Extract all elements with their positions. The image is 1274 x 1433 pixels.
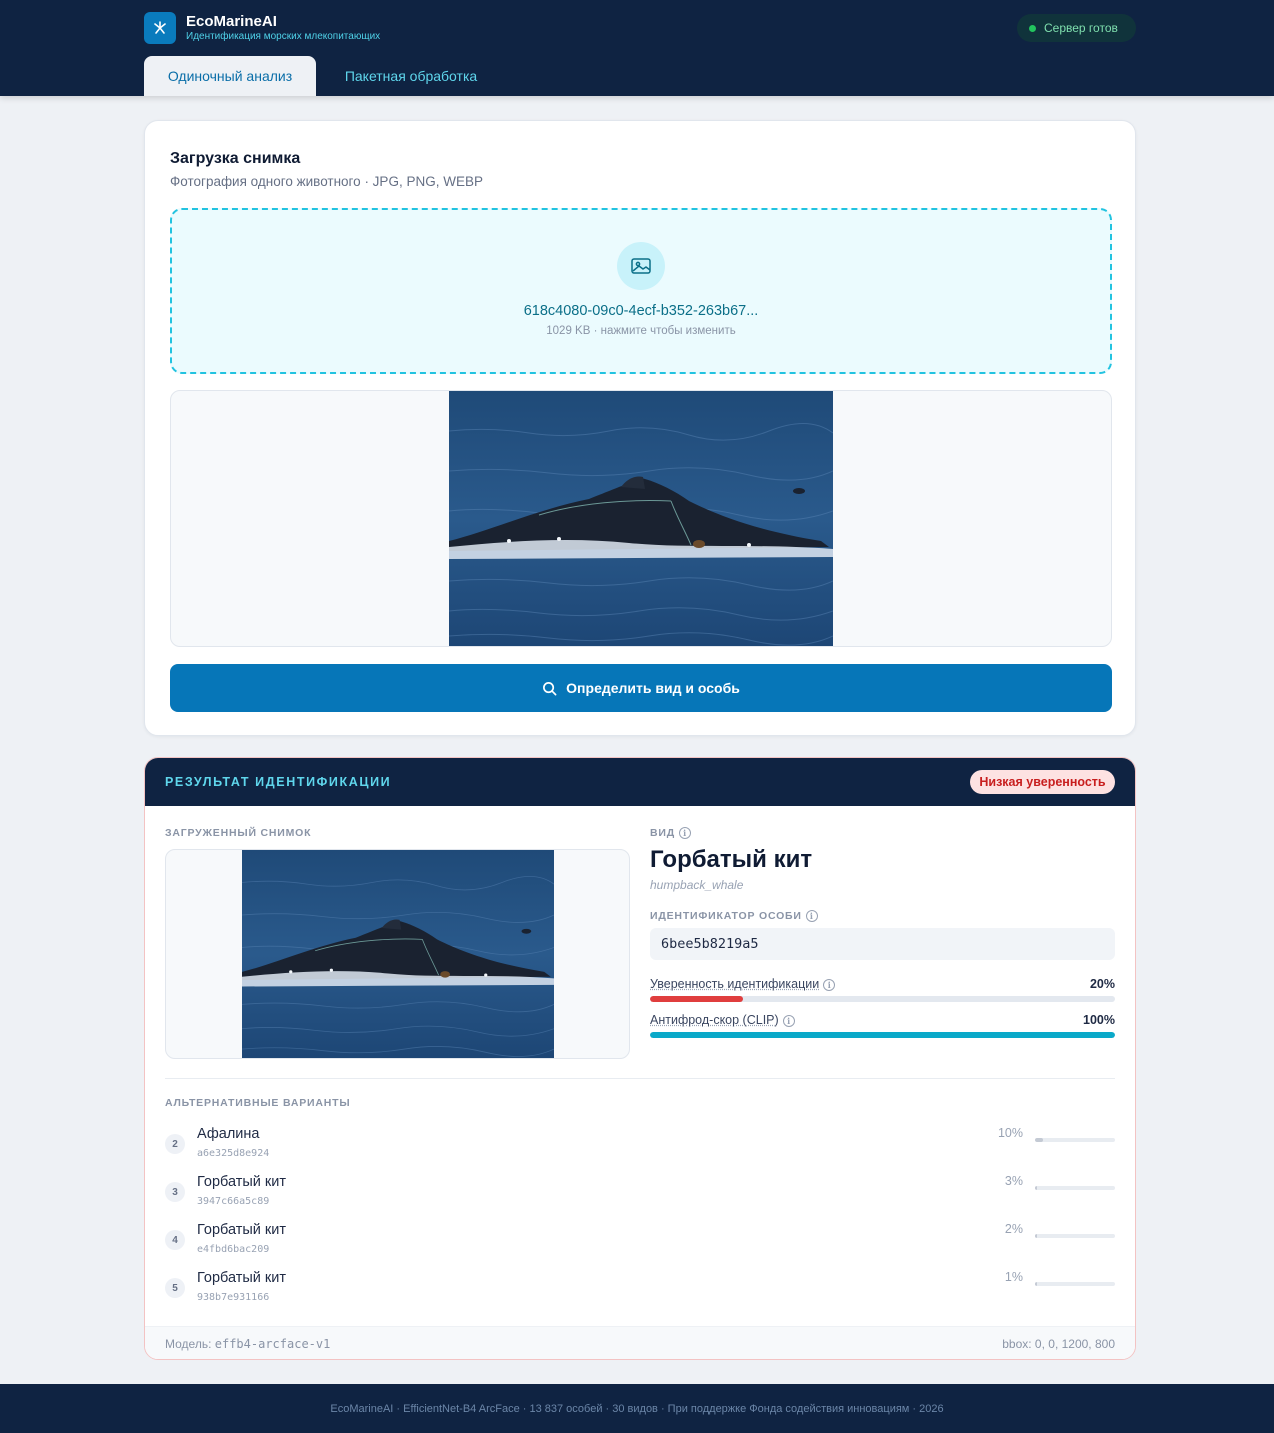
footer-text: EcoMarineAI · EfficientNet-B4 ArcFace · …	[330, 1402, 944, 1415]
alternative-bar-fill	[1035, 1282, 1038, 1286]
result-footer: Модель: effb4-arcface-v1 bbox: 0, 0, 120…	[145, 1326, 1135, 1359]
confidence-metric-label-text: Уверенность идентификации	[650, 977, 820, 991]
alternative-bar-fill	[1035, 1138, 1043, 1142]
confidence-bar-fill	[650, 996, 743, 1002]
search-icon	[543, 681, 557, 695]
alternative-percent: 2%	[1004, 1222, 1023, 1236]
selected-file-meta: 1029 KB · нажмите чтобы изменить	[546, 325, 736, 337]
selected-file-name: 618c4080-09c0-4ecf-b352-263b67...	[523, 303, 759, 319]
alternative-bar	[1035, 1234, 1115, 1238]
analyze-button[interactable]: Определить вид и особь	[170, 664, 1112, 712]
alternative-item[interactable]: 4 Горбатый кит e4fbd6bac209 2%	[165, 1222, 1115, 1262]
confidence-badge: Низкая уверенность	[970, 770, 1115, 794]
info-icon[interactable]: i	[782, 1014, 795, 1027]
bbox-info: bbox: 0, 0, 1200, 800	[1002, 1337, 1115, 1351]
alternative-species: Афалина	[197, 1126, 260, 1142]
info-icon[interactable]: i	[823, 978, 836, 991]
alternative-id: 938b7e931166	[197, 1292, 270, 1303]
species-latin: humpback_whale	[650, 878, 744, 892]
individual-id-value[interactable]: 6bee5b8219a5	[650, 928, 1115, 960]
confidence-metric-value: 20%	[1089, 977, 1115, 991]
section-divider	[165, 1078, 1115, 1079]
alternative-id: a6e325d8e924	[197, 1148, 270, 1159]
confidence-metric-label: Уверенность идентификации i	[650, 977, 836, 991]
model-name: effb4-arcface-v1	[214, 1337, 331, 1351]
alternative-bar	[1035, 1186, 1115, 1190]
antifraud-metric-label-text: Антифрод-скор (CLIP)	[650, 1013, 779, 1027]
species-name: Горбатый кит	[650, 846, 813, 873]
model-info: Модель: effb4-arcface-v1	[165, 1337, 330, 1351]
result-card: РЕЗУЛЬТАТ ИДЕНТИФИКАЦИИ Низкая увереннос…	[144, 757, 1136, 1360]
uploaded-image-thumbnail	[165, 849, 630, 1059]
alternative-rank: 3	[165, 1182, 185, 1202]
alternative-item[interactable]: 3 Горбатый кит 3947c66a5c89 3%	[165, 1174, 1115, 1214]
app-header: EcoMarineAI Идентификация морских млекоп…	[0, 0, 1274, 96]
file-dropzone[interactable]: 618c4080-09c0-4ecf-b352-263b67... 1029 K…	[170, 208, 1112, 374]
info-icon[interactable]: i	[805, 910, 818, 923]
alternative-percent: 1%	[1004, 1270, 1023, 1284]
alternative-bar-fill	[1035, 1186, 1038, 1190]
alternative-id: e4fbd6bac209	[197, 1244, 270, 1255]
upload-subtitle: Фотография одного животного · JPG, PNG, …	[170, 174, 483, 189]
confidence-bar	[650, 996, 1115, 1002]
species-label: ВИД i	[650, 827, 692, 840]
result-title: РЕЗУЛЬТАТ ИДЕНТИФИКАЦИИ	[165, 775, 392, 789]
antifraud-metric-value: 100%	[1083, 1013, 1115, 1027]
whale-tail-icon	[154, 21, 166, 34]
image-preview	[170, 390, 1112, 647]
page-footer: EcoMarineAI · EfficientNet-B4 ArcFace · …	[0, 1384, 1274, 1433]
info-icon[interactable]: i	[679, 827, 692, 840]
alternative-rank: 4	[165, 1230, 185, 1250]
alternative-item[interactable]: 2 Афалина a6e325d8e924 10%	[165, 1126, 1115, 1166]
alternative-bar-fill	[1035, 1234, 1038, 1238]
tab-single-analysis[interactable]: Одиночный анализ	[144, 56, 316, 96]
uploaded-image-label: ЗАГРУЖЕННЫЙ СНИМОК	[165, 827, 312, 839]
species-label-text: ВИД	[650, 827, 676, 839]
alternative-id: 3947c66a5c89	[197, 1196, 270, 1207]
server-status-badge: Сервер готов	[1017, 14, 1136, 42]
upload-title: Загрузка снимка	[170, 150, 301, 167]
image-icon	[617, 242, 665, 290]
individual-id-label: ИДЕНТИФИКАТОР ОСОБИ i	[650, 910, 818, 923]
individual-id-label-text: ИДЕНТИФИКАТОР ОСОБИ	[650, 910, 802, 922]
logo	[144, 12, 176, 44]
alternatives-label: АЛЬТЕРНАТИВНЫЕ ВАРИАНТЫ	[165, 1097, 351, 1109]
result-header: РЕЗУЛЬТАТ ИДЕНТИФИКАЦИИ Низкая увереннос…	[145, 758, 1135, 806]
antifraud-bar-fill	[650, 1032, 1115, 1038]
antifraud-bar	[650, 1032, 1115, 1038]
alternative-percent: 10%	[997, 1126, 1023, 1140]
server-status-text: Сервер готов	[1044, 21, 1118, 35]
upload-card: Загрузка снимка Фотография одного животн…	[144, 120, 1136, 736]
analyze-button-label: Определить вид и особь	[566, 680, 740, 696]
brand-title: EcoMarineAI	[186, 13, 277, 30]
alternative-rank: 2	[165, 1134, 185, 1154]
alternative-species: Горбатый кит	[197, 1222, 287, 1238]
antifraud-metric-label: Антифрод-скор (CLIP) i	[650, 1013, 795, 1027]
tab-batch-processing[interactable]: Пакетная обработка	[322, 56, 500, 96]
alternative-bar	[1035, 1138, 1115, 1142]
alternative-percent: 3%	[1004, 1174, 1023, 1188]
brand-subtitle: Идентификация морских млекопитающих	[186, 31, 381, 42]
alternative-species: Горбатый кит	[197, 1270, 287, 1286]
whale-photo-thumbnail	[242, 850, 554, 1058]
alternative-rank: 5	[165, 1278, 185, 1298]
whale-photo	[449, 391, 833, 647]
model-prefix: Модель:	[165, 1337, 212, 1351]
alternative-species: Горбатый кит	[197, 1174, 287, 1190]
alternative-bar	[1035, 1282, 1115, 1286]
status-dot-icon	[1029, 24, 1036, 32]
alternative-item[interactable]: 5 Горбатый кит 938b7e931166 1%	[165, 1270, 1115, 1310]
